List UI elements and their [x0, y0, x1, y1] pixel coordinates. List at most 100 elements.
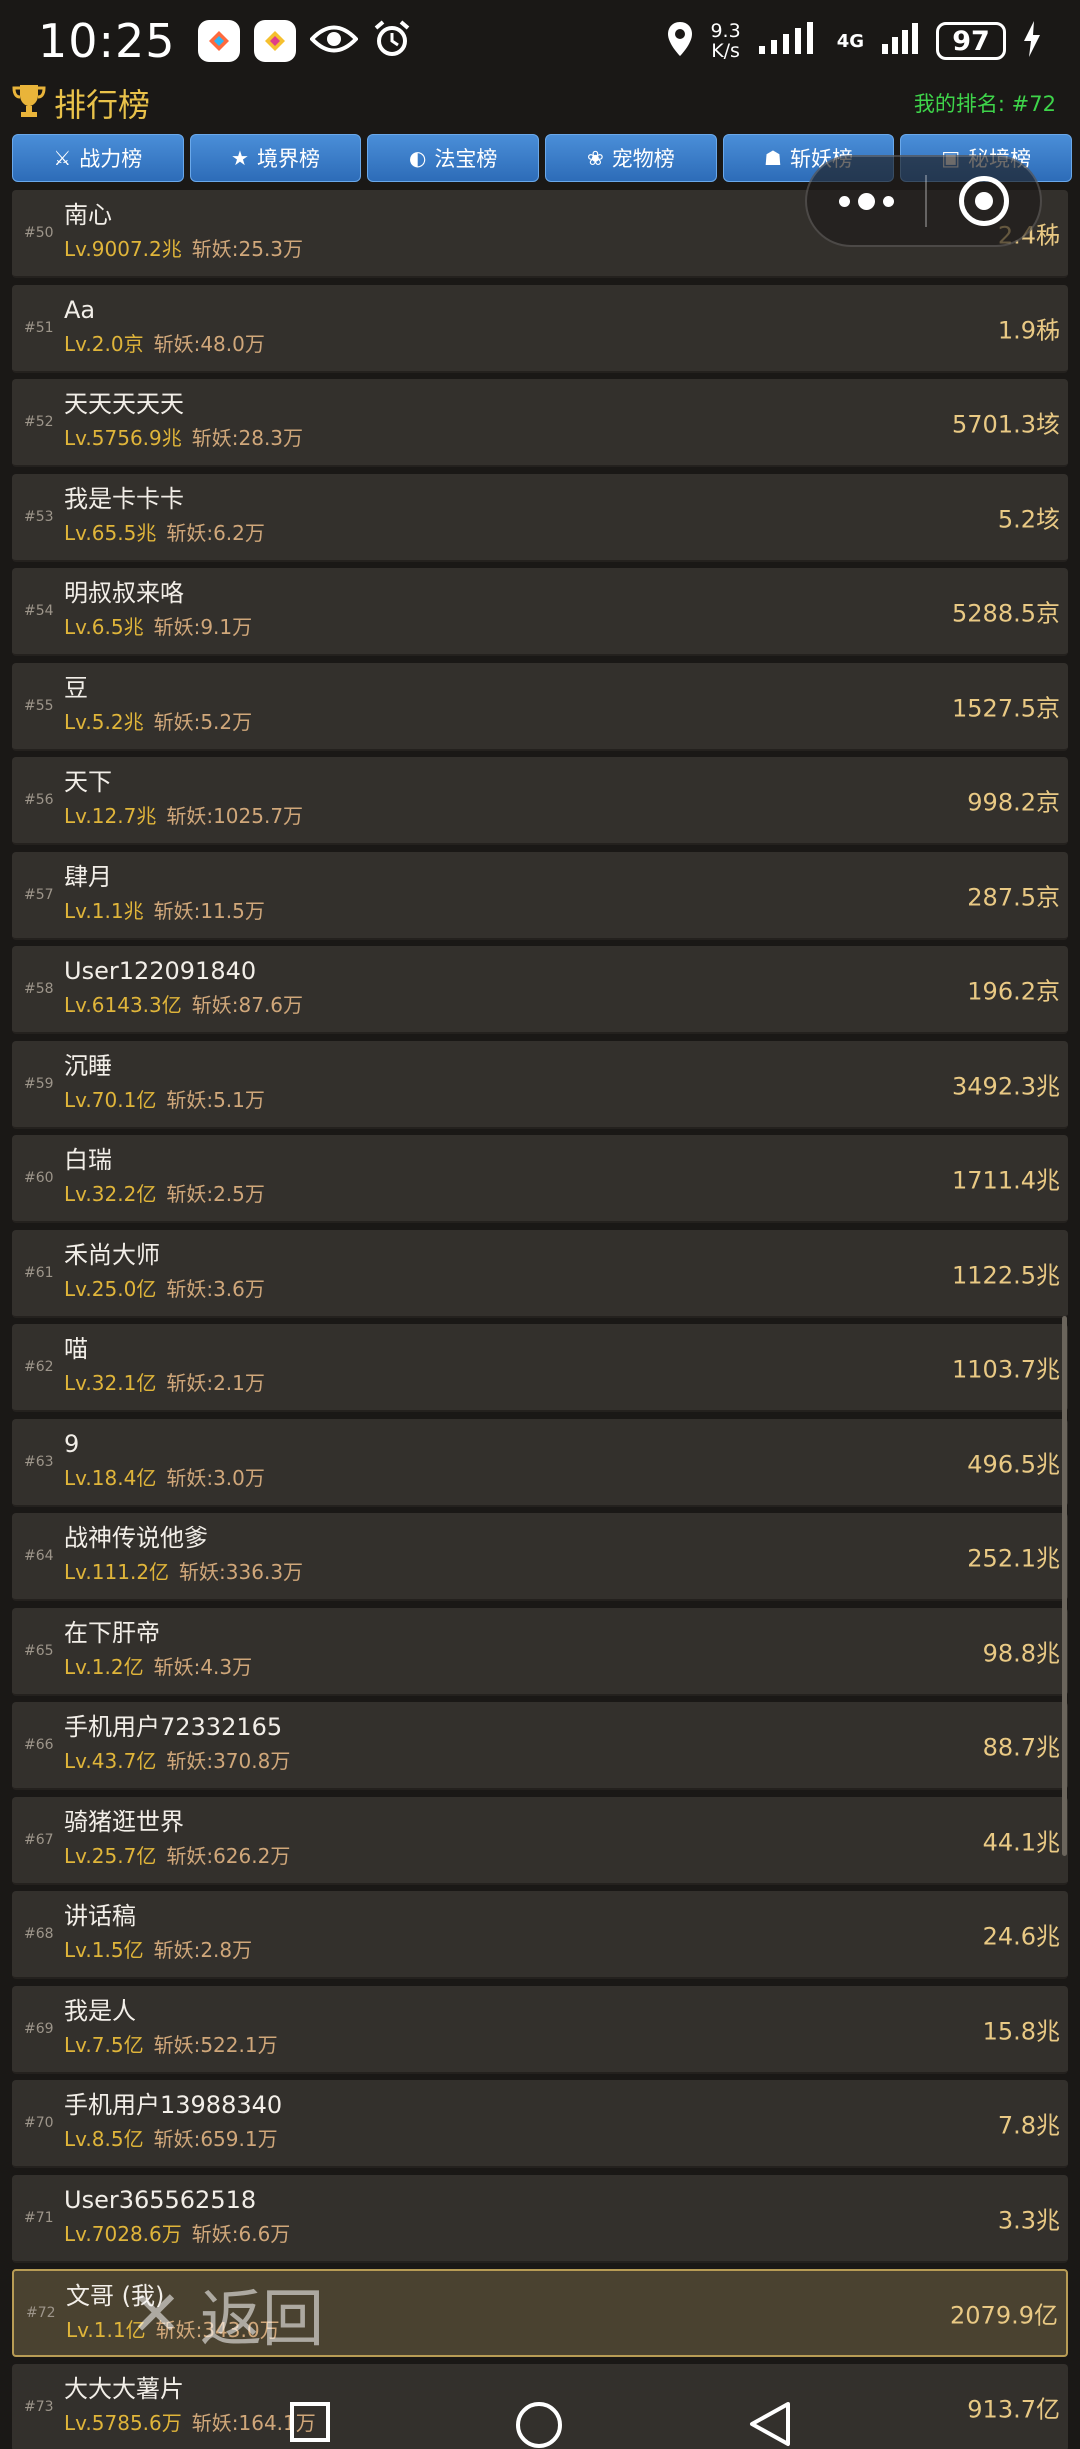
notification-icons: [197, 19, 412, 63]
ranking-value: 1103.7兆: [952, 1355, 1060, 1384]
player-name: 天天天天天: [64, 390, 184, 418]
alarm-icon: [372, 19, 412, 63]
tab-3[interactable]: ❀ 宠物榜: [545, 134, 717, 182]
miniprogram-capsule: [805, 155, 1042, 247]
kill-count: 斩妖:626.2万: [166, 1843, 291, 1868]
rank-number: #58: [24, 981, 54, 997]
ranking-value: 5.2垓: [997, 505, 1060, 533]
kill-count: 斩妖:6.6万: [191, 2221, 291, 2246]
player-level: Lv.6.5兆: [64, 615, 144, 639]
ranking-value: 5288.5京: [952, 599, 1060, 628]
rank-number: #61: [24, 1264, 54, 1281]
kill-count: 斩妖:659.1万: [153, 2127, 278, 2151]
ranking-row[interactable]: #70 手机用户13988340 Lv.8.5亿 斩妖:659.1万 7.8兆: [12, 2080, 1068, 2168]
close-icon: ✕: [130, 2276, 182, 2350]
rank-number: #54: [24, 603, 54, 619]
ranking-row[interactable]: #64 战神传说他爹 Lv.111.2亿 斩妖:336.3万 252.1兆: [12, 1513, 1068, 1601]
ranking-row[interactable]: #56 天下 Lv.12.7兆 斩妖:1025.7万 998.2京: [12, 757, 1068, 845]
recent-apps-button[interactable]: [288, 2400, 332, 2448]
rank-number: #57: [24, 886, 54, 903]
ranking-value: 24.6兆: [982, 1922, 1060, 1951]
kill-count: 斩妖:336.3万: [179, 1560, 304, 1584]
my-rank-label: 我的排名: #72: [913, 92, 1056, 116]
player-name: 大大大薯片: [64, 2374, 184, 2403]
rank-number: #64: [24, 1548, 54, 1564]
player-level: Lv.7028.6万: [64, 2221, 182, 2246]
player-level: Lv.32.1亿: [64, 1371, 157, 1395]
app-notification-icon: [197, 20, 240, 62]
player-level: Lv.8.5亿: [64, 2127, 144, 2151]
player-level: Lv.70.1亿: [64, 1087, 157, 1112]
kill-count: 斩妖:3.6万: [166, 1276, 265, 1301]
tab-1[interactable]: ★ 境界榜: [189, 134, 362, 182]
player-name: User122091840: [64, 957, 257, 985]
ranking-row[interactable]: #71 User365562518 Lv.7028.6万 斩妖:6.6万 3.3兆: [12, 2174, 1068, 2263]
rank-number: #59: [24, 1075, 54, 1092]
tab-2[interactable]: ◐ 法宝榜: [367, 134, 540, 182]
player-level: Lv.12.7兆: [64, 804, 157, 828]
player-level: Lv.25.7亿: [64, 1843, 157, 1868]
ranking-row[interactable]: #62 喵 Lv.32.1亿 斩妖:2.1万 1103.7兆: [12, 1324, 1068, 1412]
kill-count: 斩妖:25.3万: [191, 237, 304, 261]
ranking-value: 15.8兆: [982, 2017, 1060, 2045]
player-name: 手机用户13988340: [64, 2091, 283, 2119]
player-name: 沉睡: [64, 1051, 112, 1080]
kill-count: 斩妖:5.1万: [166, 1087, 265, 1112]
ranking-row[interactable]: #57 肆月 Lv.1.1兆 斩妖:11.5万 287.5京: [12, 851, 1068, 940]
trophy-icon: [12, 83, 46, 123]
rank-number: #66: [24, 1737, 54, 1753]
network-type: 4G: [836, 30, 864, 52]
ranking-row[interactable]: #60 白瑞 Lv.32.2亿 斩妖:2.5万 1711.4兆: [12, 1135, 1068, 1223]
ranking-value: 2079.9亿: [950, 2301, 1058, 2330]
kill-count: 斩妖:1025.7万: [166, 804, 304, 828]
ranking-row[interactable]: #68 讲话稿 Lv.1.5亿 斩妖:2.8万 24.6兆: [12, 1891, 1068, 1979]
ranking-row[interactable]: #61 禾尚大师 Lv.25.0亿 斩妖:3.6万 1122.5兆: [12, 1229, 1068, 1318]
ranking-value: 88.7兆: [982, 1733, 1060, 1762]
ranking-row[interactable]: #66 手机用户72332165 Lv.43.7亿 斩妖:370.8万 88.7兆: [12, 1702, 1068, 1790]
rank-number: #55: [24, 697, 54, 714]
ranking-row[interactable]: #55 豆 Lv.5.2兆 斩妖:5.2万 1527.5京: [12, 662, 1068, 751]
charging-icon: [1022, 21, 1042, 61]
ranking-value: 1711.4兆: [952, 1166, 1060, 1195]
ranking-list: #50 南心 Lv.9007.2兆 斩妖:25.3万 2.4秭 #51 Aa Lv.2.0京斩…: [12, 190, 1068, 2449]
home-button[interactable]: [514, 2400, 564, 2449]
ranking-row[interactable]: #52 天天天天天 Lv.5756.9兆 斩妖:28.3万 5701.3垓: [12, 379, 1068, 467]
rank-number: #73: [24, 2398, 54, 2415]
player-level: Lv.7.5亿: [64, 2032, 144, 2057]
back-button[interactable]: ✕ 返回: [130, 2268, 324, 2358]
ranking-row[interactable]: #58 User122091840 Lv.6143.3亿 斩妖:87.6万 196.2京: [12, 946, 1068, 1034]
ranking-value: 287.5京: [967, 883, 1060, 911]
ranking-row[interactable]: #59 沉睡 Lv.70.1亿 斩妖:5.1万 3492.3兆: [12, 1040, 1068, 1129]
tab-label: 宠物榜: [611, 147, 675, 171]
player-name: Aa: [64, 295, 96, 324]
back-nav-button[interactable]: [748, 2400, 792, 2449]
more-menu-button[interactable]: [807, 192, 925, 210]
ranking-row[interactable]: #63 9 Lv.18.4亿 斩妖:3.0万 496.5兆: [12, 1418, 1068, 1507]
ranking-value: 98.8兆: [982, 1639, 1060, 1667]
player-name: 我是人: [64, 1996, 136, 2025]
tab-icon: ◐: [408, 146, 427, 170]
ranking-row[interactable]: #54 明叔叔来咯 Lv.6.5兆 斩妖:9.1万 5288.5京: [12, 568, 1068, 656]
ranking-row[interactable]: #67 骑猪逛世界 Lv.25.7亿 斩妖:626.2万 44.1兆: [12, 1796, 1068, 1885]
ranking-row[interactable]: #51 Aa Lv.2.0京 斩妖:48.0万 1.9秭: [12, 284, 1068, 373]
player-name: 9: [64, 1429, 80, 1458]
kill-count: 斩妖:3.0万: [166, 1465, 265, 1490]
scrollbar[interactable]: [1062, 1316, 1067, 1856]
tab-icon: ⚔: [53, 146, 72, 170]
ranking-row[interactable]: #65 在下肝帝 Lv.1.2亿 斩妖:4.3万 98.8兆: [12, 1607, 1068, 1696]
player-level: Lv.2.0京: [64, 331, 144, 356]
player-name: 战神传说他爹: [64, 1524, 208, 1552]
ranking-row[interactable]: #69 我是人 Lv.7.5亿 斩妖:522.1万 15.8兆: [12, 1985, 1068, 2074]
player-level: Lv.1.1兆: [64, 898, 144, 923]
player-name: 我是卡卡卡: [64, 484, 184, 513]
player-name: 天下: [64, 768, 112, 796]
kill-count: 斩妖:2.8万: [153, 1938, 253, 1962]
tab-0[interactable]: ⚔ 战力榜: [12, 134, 184, 182]
ranking-row[interactable]: #53 我是卡卡卡 Lv.65.5兆 斩妖:6.2万 5.2垓: [12, 473, 1068, 562]
rank-number: #71: [24, 2209, 54, 2226]
player-name: 骑猪逛世界: [64, 1807, 184, 1836]
tab-label: 法宝榜: [434, 147, 498, 171]
close-miniprogram-button[interactable]: [927, 176, 1040, 226]
player-level: Lv.1.5亿: [64, 1938, 144, 1962]
rank-number: #63: [24, 1453, 54, 1470]
